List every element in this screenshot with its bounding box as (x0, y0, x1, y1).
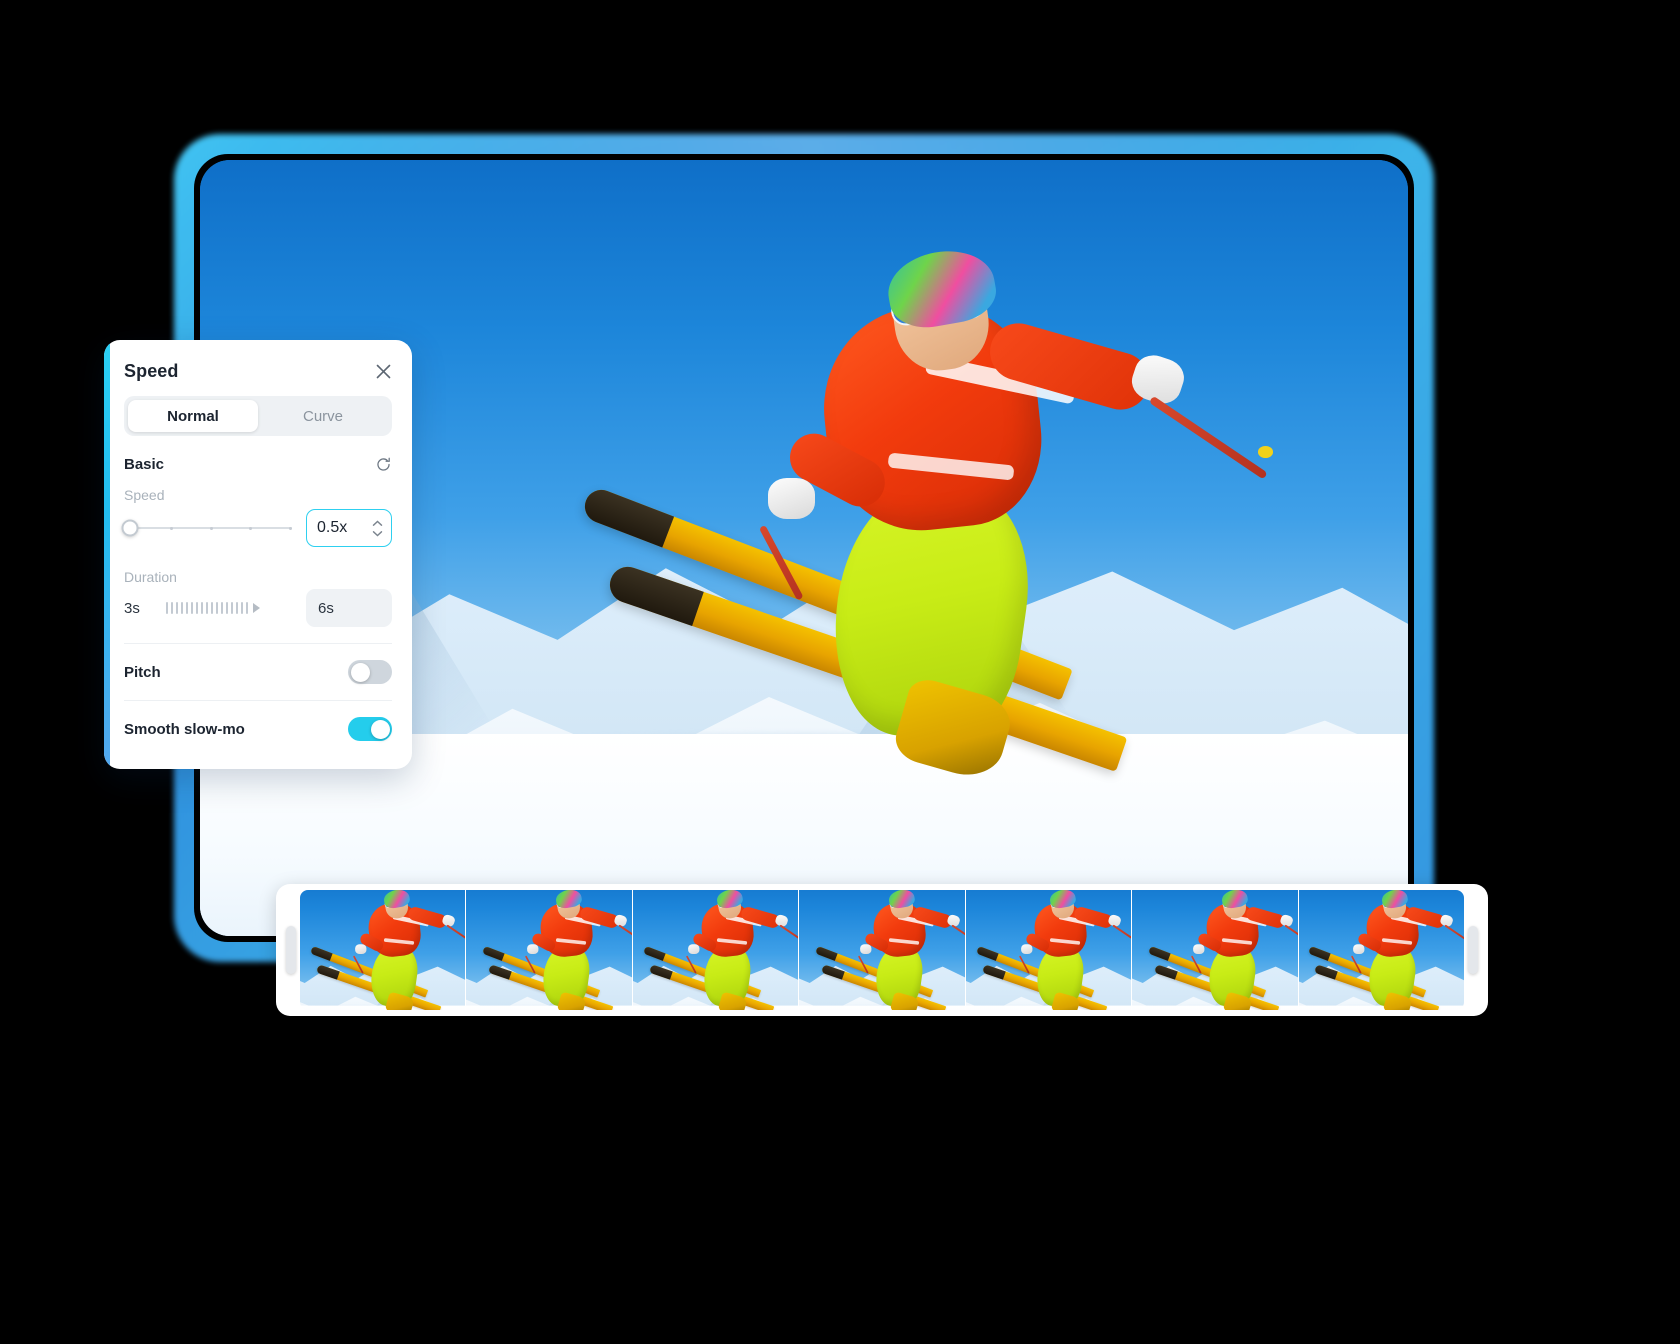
panel-accent-bar (104, 340, 110, 769)
ski-tip (815, 945, 838, 961)
duration-control-row: 3s 6s (124, 589, 392, 627)
skier-left-glove (355, 943, 367, 954)
speed-value: 0.5x (317, 519, 348, 536)
skier-left-glove (1193, 943, 1205, 954)
thumbnail-frame (1298, 890, 1464, 1010)
filmstrip-thumbnail[interactable] (300, 890, 467, 1010)
skier-figure (310, 890, 466, 1010)
filmstrip-thumbnail[interactable] (1298, 890, 1464, 1010)
smooth-slow-mo-toggle[interactable] (348, 717, 392, 741)
duration-ticks[interactable] (160, 602, 296, 614)
ski-tip (648, 963, 673, 980)
skier-left-glove (527, 943, 539, 954)
thumbnail-frame (1132, 890, 1298, 1010)
thumbnail-frame (965, 890, 1132, 1010)
ski-pole-right (951, 924, 965, 945)
ski-pole-right (1284, 924, 1298, 945)
smooth-slow-mo-label: Smooth slow-mo (124, 720, 245, 738)
speed-field-label: Speed (124, 487, 165, 503)
basic-section-header: Basic (124, 456, 392, 473)
toggle-knob (350, 662, 370, 682)
timeline-filmstrip[interactable] (276, 884, 1488, 1016)
skier-figure (975, 890, 1132, 1010)
section-title-basic: Basic (124, 456, 165, 473)
ski-tip (1154, 963, 1178, 980)
ski-pole-right (618, 924, 632, 945)
ski-tip (821, 963, 845, 980)
ski-tip (316, 963, 340, 980)
skier-figure (1308, 890, 1464, 1010)
skier-left-glove (687, 943, 700, 954)
play-arrow-icon (253, 603, 260, 613)
speed-mode-tabs[interactable]: Normal Curve (124, 396, 392, 436)
ski-tip (488, 963, 513, 980)
filmstrip-thumbnail[interactable] (965, 890, 1133, 1010)
ski-pole-basket (1258, 446, 1274, 458)
ski-tip (1314, 963, 1339, 980)
thumbnail-frame (799, 890, 965, 1010)
skier-left-glove (1353, 943, 1365, 954)
ski-tip (605, 561, 704, 626)
slider-ticks (130, 526, 292, 530)
speed-panel-header: Speed (104, 340, 412, 394)
speed-panel[interactable]: Speed Normal Curve Basic Speed 0.5x Dura… (104, 340, 412, 769)
speed-control-row: 0.5x (121, 509, 392, 547)
close-icon[interactable] (372, 360, 394, 382)
pitch-toggle[interactable] (348, 660, 392, 684)
screen-root: Speed Normal Curve Basic Speed 0.5x Dura… (0, 0, 1680, 1344)
skier-left-glove (768, 477, 816, 520)
tab-curve[interactable]: Curve (258, 400, 388, 432)
tab-normal[interactable]: Normal (128, 400, 258, 432)
filmstrip-thumbnail[interactable] (799, 890, 966, 1010)
filmstrip-thumbnails[interactable] (300, 890, 1464, 1010)
option-row-pitch: Pitch (124, 644, 392, 700)
trim-handle-right[interactable] (1468, 926, 1478, 974)
ski-pole-right (1112, 924, 1132, 945)
skier-figure (1148, 890, 1298, 1010)
speed-slider[interactable] (121, 517, 292, 539)
skier-left-glove (860, 943, 872, 954)
duration-min-value: 3s (124, 599, 140, 617)
speed-slider-thumb[interactable] (121, 519, 139, 537)
filmstrip-thumbnail[interactable] (466, 890, 633, 1010)
skier-left-glove (1020, 943, 1033, 954)
toggle-knob (370, 719, 390, 739)
duration-value[interactable]: 6s (306, 589, 392, 627)
thumbnail-frame (300, 890, 466, 1010)
thumbnail-frame (632, 890, 799, 1010)
ski-tip (482, 945, 505, 961)
chevron-down-icon (372, 530, 383, 536)
skier-figure (815, 890, 965, 1010)
trim-handle-left[interactable] (286, 926, 296, 974)
thumbnail-frame (466, 890, 632, 1010)
option-row-smooth-slow-mo: Smooth slow-mo (124, 701, 392, 757)
skier-figure (642, 890, 799, 1010)
speed-stepper[interactable]: 0.5x (306, 509, 392, 547)
reset-icon[interactable] (375, 456, 392, 473)
chevron-up-icon (372, 520, 383, 526)
skier-figure (580, 230, 1274, 866)
panel-title: Speed (124, 360, 179, 381)
stepper-arrows[interactable] (372, 520, 383, 537)
ski-tip (1308, 945, 1332, 961)
ski-pole-right (446, 924, 466, 945)
duration-field-label: Duration (124, 569, 177, 585)
filmstrip-thumbnail[interactable] (1132, 890, 1299, 1010)
ski-pole-right (779, 924, 799, 945)
ski-tip (981, 963, 1006, 980)
pitch-label: Pitch (124, 663, 161, 681)
filmstrip-thumbnail[interactable] (632, 890, 800, 1010)
skier-figure (482, 890, 632, 1010)
ski-pole-right (1444, 924, 1464, 945)
